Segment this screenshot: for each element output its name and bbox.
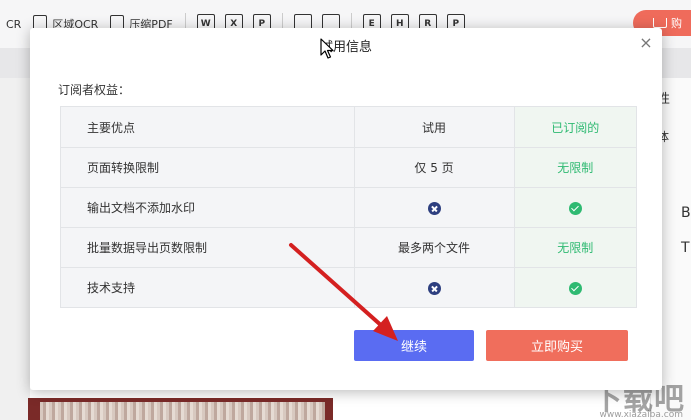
row-trial-value: 仅 5 页 bbox=[353, 147, 515, 188]
row-subscribed-value: 无限制 bbox=[513, 227, 638, 268]
dialog-title: 试用信息 bbox=[319, 40, 372, 55]
table-row: 输出文档不添加水印 bbox=[60, 187, 638, 228]
site-watermark-url: www.xiazaiba.com bbox=[599, 410, 683, 420]
row-feature: 页面转换限制 bbox=[60, 147, 355, 188]
table-header-row: 主要优点 试用 已订阅的 bbox=[60, 106, 638, 148]
cross-icon bbox=[427, 281, 441, 295]
header-subscribed: 已订阅的 bbox=[513, 106, 638, 148]
header-trial: 试用 bbox=[353, 106, 515, 148]
close-icon[interactable]: × bbox=[638, 35, 654, 51]
row-subscribed-value bbox=[513, 187, 638, 228]
buy-button-label: 购 bbox=[671, 17, 682, 30]
row-subscribed-value bbox=[513, 267, 638, 308]
row-feature: 技术支持 bbox=[60, 267, 355, 308]
row-feature: 批量数据导出页数限制 bbox=[60, 227, 355, 268]
check-icon bbox=[568, 201, 582, 215]
check-icon bbox=[568, 281, 582, 295]
table-row: 页面转换限制 仅 5 页 无限制 bbox=[60, 147, 638, 188]
row-trial-value: 最多两个文件 bbox=[353, 227, 515, 268]
header-feature: 主要优点 bbox=[60, 106, 355, 148]
continue-button[interactable]: 继续 bbox=[354, 330, 474, 361]
buy-now-button[interactable]: 立即购买 bbox=[486, 330, 628, 361]
document-image bbox=[28, 398, 333, 420]
table-row: 技术支持 bbox=[60, 267, 638, 308]
row-trial-value bbox=[353, 267, 515, 308]
row-trial-value bbox=[353, 187, 515, 228]
toolbar-ocr[interactable]: CR bbox=[0, 0, 27, 48]
benefits-table: 主要优点 试用 已订阅的 页面转换限制 仅 5 页 无限制 输出文档不添加水印 … bbox=[60, 106, 638, 308]
subscriber-benefits-label: 订阅者权益： bbox=[58, 83, 131, 97]
text-button[interactable]: T bbox=[681, 240, 690, 256]
cross-icon bbox=[427, 201, 441, 215]
table-row: 批量数据导出页数限制 最多两个文件 无限制 bbox=[60, 227, 638, 268]
document-margin bbox=[0, 78, 30, 420]
mouse-cursor-icon bbox=[320, 38, 334, 59]
bold-button[interactable]: B bbox=[681, 205, 691, 221]
trial-info-dialog: 试用信息 × 订阅者权益： 主要优点 试用 已订阅的 页面转换限制 仅 5 页 … bbox=[30, 28, 662, 390]
row-subscribed-value: 无限制 bbox=[513, 147, 638, 188]
toolbar-ocr-label: CR bbox=[6, 17, 22, 31]
row-feature: 输出文档不添加水印 bbox=[60, 187, 355, 228]
cart-icon bbox=[653, 18, 667, 28]
